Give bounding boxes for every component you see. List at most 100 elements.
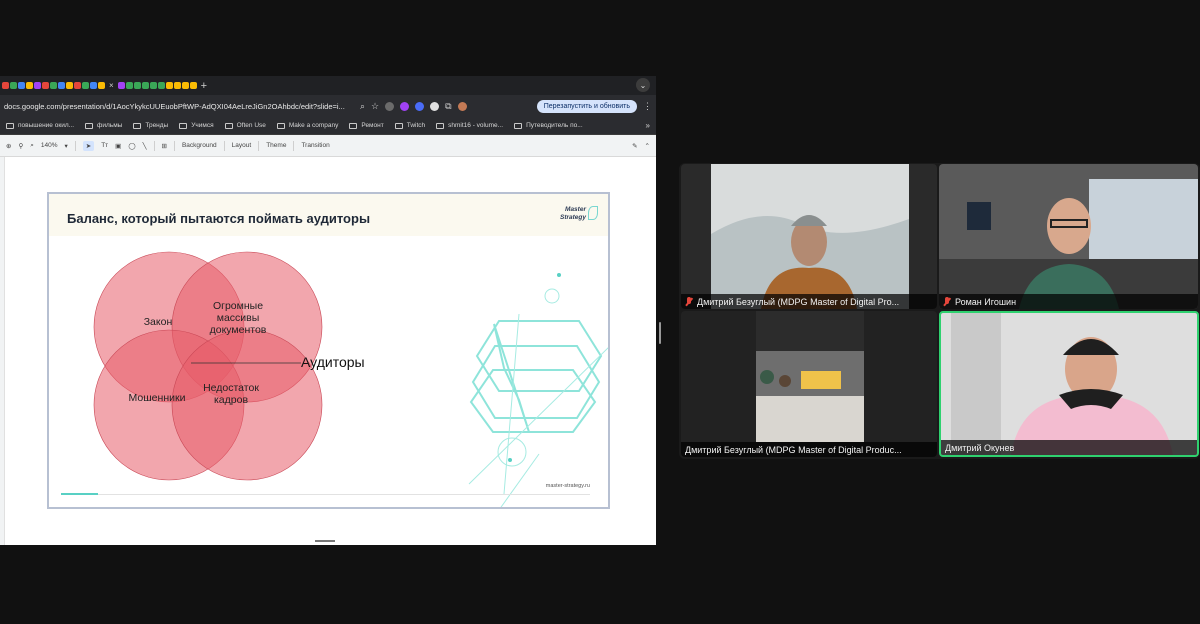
participant-tile[interactable]: Дмитрий Безуглый (MDPG Master of Digital… [681, 311, 937, 457]
tab-favicon-icon[interactable] [50, 82, 57, 89]
tab-favicon-icon[interactable] [141, 82, 149, 89]
folder-icon [514, 122, 523, 129]
tab-favicon-icon[interactable] [181, 82, 189, 89]
text-box-icon[interactable]: Tт [101, 142, 108, 149]
extensions-puzzle-icon[interactable]: ⧉ [445, 101, 451, 112]
folder-icon [276, 122, 285, 129]
participant-gallery: Дмитрий Безуглый (MDPG Master of Digital… [679, 163, 1200, 459]
new-tab-button[interactable]: + [201, 80, 207, 92]
bookmarks-overflow-button[interactable]: » [646, 121, 650, 130]
browser-menu-icon[interactable]: ⋮ [643, 101, 652, 112]
search-menus-icon[interactable]: ⊕ [6, 142, 11, 150]
relaunch-update-button[interactable]: Перезапустить и обновить [536, 99, 637, 113]
tab-favicon-icon[interactable] [74, 82, 81, 89]
bookmark-label: повышение окил... [18, 122, 75, 129]
pen-icon[interactable]: ✎ [632, 142, 637, 150]
bookmark-item[interactable]: Twitch [394, 122, 426, 129]
image-icon[interactable]: ▣ [115, 142, 121, 150]
slide-progress-fill [61, 493, 99, 495]
line-icon[interactable]: ╲ [143, 142, 147, 150]
bookmark-item[interactable]: Учимся [179, 122, 214, 129]
tab-favicon-icon[interactable] [58, 82, 65, 89]
participant-name-bar: Дмитрий Окунев [941, 440, 1197, 455]
tab-favicon-icon[interactable] [117, 82, 125, 89]
zoom-icon[interactable]: ⌕ [30, 142, 34, 150]
bookmark-item[interactable]: фильмы [85, 122, 122, 129]
tab-favicon-icon[interactable] [173, 82, 181, 89]
toolbar-divider [74, 140, 76, 151]
theme-button[interactable]: Theme [266, 142, 286, 149]
paint-format-icon[interactable]: ⚲ [18, 142, 23, 150]
participant-name-bar: Роман Игошин [939, 294, 1198, 309]
folder-icon [224, 122, 233, 129]
chevron-up-icon[interactable]: ⌃ [645, 142, 650, 150]
bookmark-label: shmit16 - volume... [448, 122, 504, 129]
split-view-drag-handle[interactable] [659, 322, 661, 344]
extension-icon[interactable] [400, 101, 410, 111]
bookmark-item[interactable]: Ремонт [349, 122, 384, 129]
url-field[interactable]: docs.google.com/presentation/d/1AocYkykc… [4, 102, 354, 111]
tab-favicon-icon[interactable] [34, 82, 41, 89]
folder-icon [133, 122, 142, 129]
tab-favicon-icon[interactable] [10, 82, 17, 89]
participant-tile[interactable]: Дмитрий Безуглый (MDPG Master of Digital… [681, 164, 937, 309]
tab-favicon-icon[interactable] [149, 82, 157, 89]
zoom-select[interactable]: 140% [41, 142, 58, 149]
tab-favicon-icon[interactable] [26, 82, 33, 89]
participant-tile[interactable]: Роман Игошин [939, 164, 1198, 309]
slide-canvas[interactable]: Баланс, который пытаются поймать аудитор… [0, 157, 656, 545]
participant-tile-active-speaker[interactable]: Дмитрий Окунев [939, 311, 1199, 457]
layout-button[interactable]: Layout [232, 142, 252, 149]
tab-favicon-icon[interactable] [125, 82, 133, 89]
chevron-down-icon[interactable]: ▾ [64, 142, 67, 150]
tab-favicon-icon[interactable] [18, 82, 25, 89]
select-cursor-icon[interactable]: ➤ [82, 140, 95, 151]
tab-favicon-icon[interactable] [157, 82, 165, 89]
vertical-ruler [0, 157, 5, 545]
tab-favicon-icon[interactable] [42, 82, 49, 89]
tab-favicon-icon[interactable] [189, 82, 197, 89]
bookmark-item[interactable]: Путеводитель по... [514, 122, 583, 129]
shape-icon[interactable]: ◯ [128, 142, 135, 150]
participant-name-bar: Дмитрий Безуглый (MDPG Master of Digital… [681, 294, 937, 309]
tab-search-button[interactable]: ⌄ [636, 78, 650, 92]
tab-favicon-icon[interactable] [82, 82, 89, 89]
tab-favicon-icon[interactable] [98, 82, 105, 89]
transition-button[interactable]: Transition [301, 142, 329, 149]
profile-avatar[interactable] [457, 101, 467, 111]
tab-favicon-icon[interactable] [133, 82, 141, 89]
bookmark-item[interactable]: Make a company [276, 122, 338, 129]
address-bar[interactable]: docs.google.com/presentation/d/1AocYkykc… [0, 95, 656, 117]
extension-icon[interactable] [415, 101, 425, 111]
insert-comment-icon[interactable]: ⊞ [162, 142, 167, 150]
tab-strip[interactable]: × + ⌄ [0, 76, 656, 95]
zoom-icon[interactable]: ⌕ [360, 101, 365, 112]
meeting-window: × + ⌄ docs.google.com/presentation/d/1AocY… [0, 0, 1200, 624]
bookmark-label: Often Use [236, 122, 266, 129]
dot-decoration [557, 273, 561, 277]
slides-toolbar: ⊕ ⚲ ⌕ 140% ▾ ➤ Tт ▣ ◯ ╲ ⊞ Background Lay… [0, 135, 656, 157]
bookmark-label: Учимся [191, 122, 214, 129]
bookmark-label: Twitch [406, 122, 426, 129]
venn-diagram [93, 251, 323, 481]
close-tab-icon[interactable]: × [109, 81, 114, 90]
shared-screen-browser[interactable]: × + ⌄ docs.google.com/presentation/d/1AocY… [0, 76, 656, 545]
speaker-notes-handle[interactable] [315, 540, 335, 542]
bookmark-item[interactable]: Тренды [133, 122, 168, 129]
extension-icon[interactable] [385, 101, 395, 111]
background-button[interactable]: Background [182, 142, 217, 149]
tab-favicon-icon[interactable] [66, 82, 73, 89]
bookmark-item[interactable]: Often Use [224, 122, 266, 129]
slide[interactable]: Баланс, который пытаются поймать аудитор… [47, 192, 610, 509]
folder-icon [349, 122, 358, 129]
tab-favicon-icon[interactable] [2, 82, 9, 89]
extension-icon[interactable] [430, 101, 440, 111]
tab-favicon-icon[interactable] [90, 82, 97, 89]
participant-name: Дмитрий Безуглый (MDPG Master of Digital… [685, 444, 902, 455]
bookmark-item[interactable]: shmit16 - volume... [436, 122, 503, 129]
tab-favicon-icon[interactable] [165, 82, 173, 89]
bookmark-item[interactable]: повышение окил... [6, 122, 74, 129]
folder-icon [394, 122, 403, 129]
participant-video [756, 311, 864, 442]
bookmark-star-icon[interactable]: ☆ [371, 101, 379, 112]
